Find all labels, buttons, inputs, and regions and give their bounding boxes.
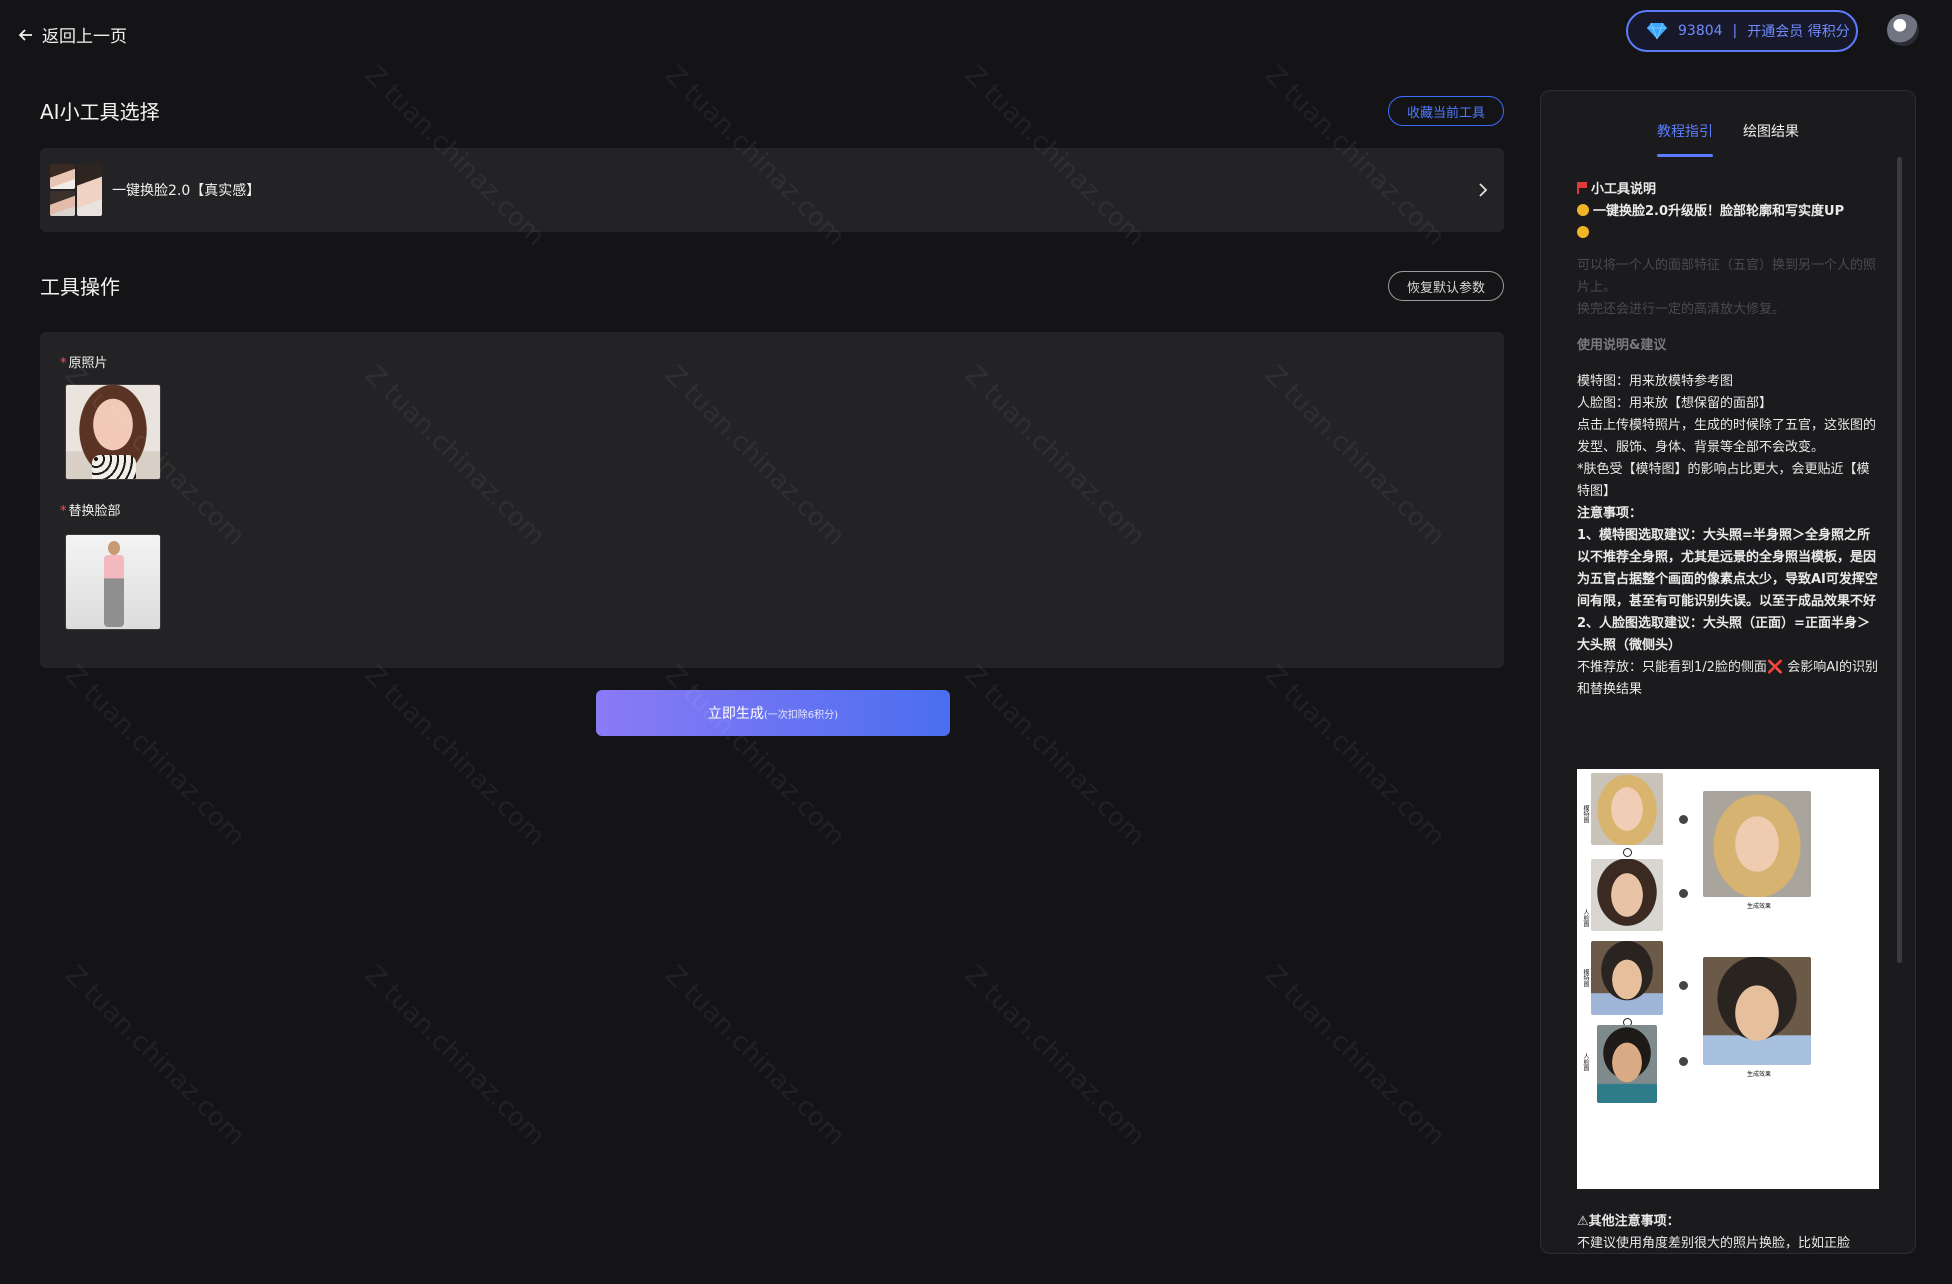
original-photo-upload[interactable]: [65, 384, 161, 480]
flag-icon: [1577, 182, 1587, 194]
note-3: 不推荐放：只能看到1/2脸的侧面❌ 会影响AI的识别和替换结果: [1577, 660, 1878, 697]
current-tool-name: 一键换脸2.0【真实感】: [112, 183, 261, 199]
generate-button[interactable]: 立即生成 (一次扣除6积分): [596, 690, 950, 736]
generate-label: 立即生成: [707, 706, 764, 722]
other-notes-title: ⚠其他注意事项：: [1577, 1214, 1680, 1229]
example-label-result: 生成效果: [1747, 903, 1772, 910]
required-mark: *: [60, 356, 67, 371]
example-label-face: 人脸图: [1582, 1053, 1589, 1071]
example-label-model: 模特图: [1582, 969, 1589, 987]
example-model-photo: [1591, 773, 1663, 845]
required-mark: *: [60, 504, 67, 519]
watermark: Z tuan.chinaz.com: [1258, 660, 1451, 852]
arrow-icon: [1679, 815, 1688, 824]
doc-intro-2: 换完还会进行一定的高清放大修复。: [1577, 302, 1786, 317]
back-label: 返回上一页: [42, 27, 127, 47]
other-note-1: 不建议使用角度差别很大的照片换脸，比如正脸: [1577, 1236, 1851, 1251]
other-notes: ⚠其他注意事项： 不建议使用角度差别很大的照片换脸，比如正脸: [1577, 1211, 1881, 1253]
example-image: 模特图 人脸图 生成效果 模特图 人脸图 生成效果: [1577, 769, 1879, 1189]
back-button[interactable]: 返回上一页: [18, 22, 127, 47]
doc-subheading: 一键换脸2.0升级版！脸部轮廓和写实度UP: [1577, 201, 1881, 223]
usage-line-2: 人脸图：用来放【想保留的面部】: [1577, 396, 1773, 411]
note-1: 1、模特图选取建议：大头照=半身照＞全身照之所以不推荐全身照，尤其是远景的全身照…: [1577, 528, 1878, 609]
watermark: Z tuan.chinaz.com: [358, 660, 551, 852]
note-2: 2、人脸图选取建议：大头照（正面）=正面半身＞大头照（微侧头）: [1577, 616, 1870, 653]
doc-heading: 小工具说明: [1577, 179, 1881, 201]
generate-cost: (一次扣除6积分): [763, 709, 839, 721]
example-model-photo: [1591, 941, 1663, 1015]
watermark: Z tuan.chinaz.com: [58, 960, 251, 1152]
example-result-photo: [1703, 957, 1811, 1065]
watermark: Z tuan.chinaz.com: [58, 660, 251, 852]
user-avatar[interactable]: [1887, 14, 1919, 46]
usage-line-4: *肤色受【模特图】的影响占比更大，会更贴近【模特图】: [1577, 462, 1870, 499]
emoji-icon: [1577, 204, 1589, 216]
usage-line-3: 点击上传模特照片，生成的时候除了五官，这张图的发型、服饰、身体、背景等全部不会改…: [1577, 418, 1877, 455]
tutorial-content: 小工具说明 一键换脸2.0升级版！脸部轮廓和写实度UP 可以将一个人的面部特征（…: [1577, 179, 1881, 701]
tool-thumbnail: [50, 164, 102, 216]
tool-select-title: AI小工具选择: [40, 100, 160, 124]
original-photo-label: * 原照片: [60, 356, 108, 371]
guide-panel: 教程指引 绘图结果 小工具说明 一键换脸2.0升级版！脸部轮廓和写实度UP 可以…: [1540, 90, 1916, 1254]
watermark: Z tuan.chinaz.com: [658, 660, 851, 852]
tool-selector[interactable]: 一键换脸2.0【真实感】: [40, 148, 1504, 232]
plus-icon: [1623, 848, 1632, 857]
usage-line-1: 模特图：用来放模特参考图: [1577, 374, 1734, 389]
example-label-result: 生成效果: [1747, 1071, 1772, 1078]
example-result-photo: [1703, 791, 1811, 897]
example-label-model: 模特图: [1582, 805, 1589, 823]
watermark: Z tuan.chinaz.com: [358, 960, 551, 1152]
watermark: Z tuan.chinaz.com: [1258, 960, 1451, 1152]
diamond-icon: [1647, 22, 1667, 40]
panel-tabs: 教程指引 绘图结果: [1657, 121, 1799, 157]
tool-ops-title: 工具操作: [40, 275, 120, 299]
reset-params-button[interactable]: 恢复默认参数: [1388, 271, 1504, 301]
cross-icon: ❌: [1766, 660, 1784, 675]
arrow-left-icon: [18, 28, 32, 41]
tool-ops-panel: * 原照片 * 替换脸部: [40, 332, 1504, 668]
watermark: Z tuan.chinaz.com: [958, 960, 1151, 1152]
example-face-photo: [1591, 859, 1663, 931]
top-bar: 返回上一页 93804 | 开通会员 得积分: [0, 0, 1952, 64]
notes-title: 注意事项：: [1577, 506, 1643, 521]
watermark: Z tuan.chinaz.com: [958, 660, 1151, 852]
watermark: Z tuan.chinaz.com: [658, 960, 851, 1152]
example-label-face: 人脸图: [1582, 909, 1589, 927]
emoji-icon: [1577, 226, 1589, 238]
replace-face-upload[interactable]: [65, 534, 161, 630]
tab-results[interactable]: 绘图结果: [1743, 121, 1799, 157]
points-separator: |: [1732, 23, 1738, 39]
arrow-icon: [1679, 981, 1688, 990]
arrow-icon: [1679, 889, 1688, 898]
scrollbar-thumb[interactable]: [1897, 157, 1902, 963]
arrow-icon: [1679, 1057, 1688, 1066]
replace-face-label: * 替换脸部: [60, 504, 121, 519]
member-label: 开通会员 得积分: [1747, 24, 1850, 40]
points-value: 93804: [1678, 23, 1723, 39]
doc-intro-1: 可以将一个人的面部特征（五官）换到另一个人的照片上。: [1577, 258, 1877, 295]
membership-points-button[interactable]: 93804 | 开通会员 得积分: [1626, 10, 1858, 52]
usage-title: 使用说明&建议: [1577, 338, 1667, 353]
favorite-tool-button[interactable]: 收藏当前工具: [1388, 96, 1504, 126]
tab-tutorial[interactable]: 教程指引: [1657, 121, 1713, 157]
chevron-right-icon: [1479, 183, 1488, 197]
example-face-photo: [1597, 1025, 1657, 1103]
